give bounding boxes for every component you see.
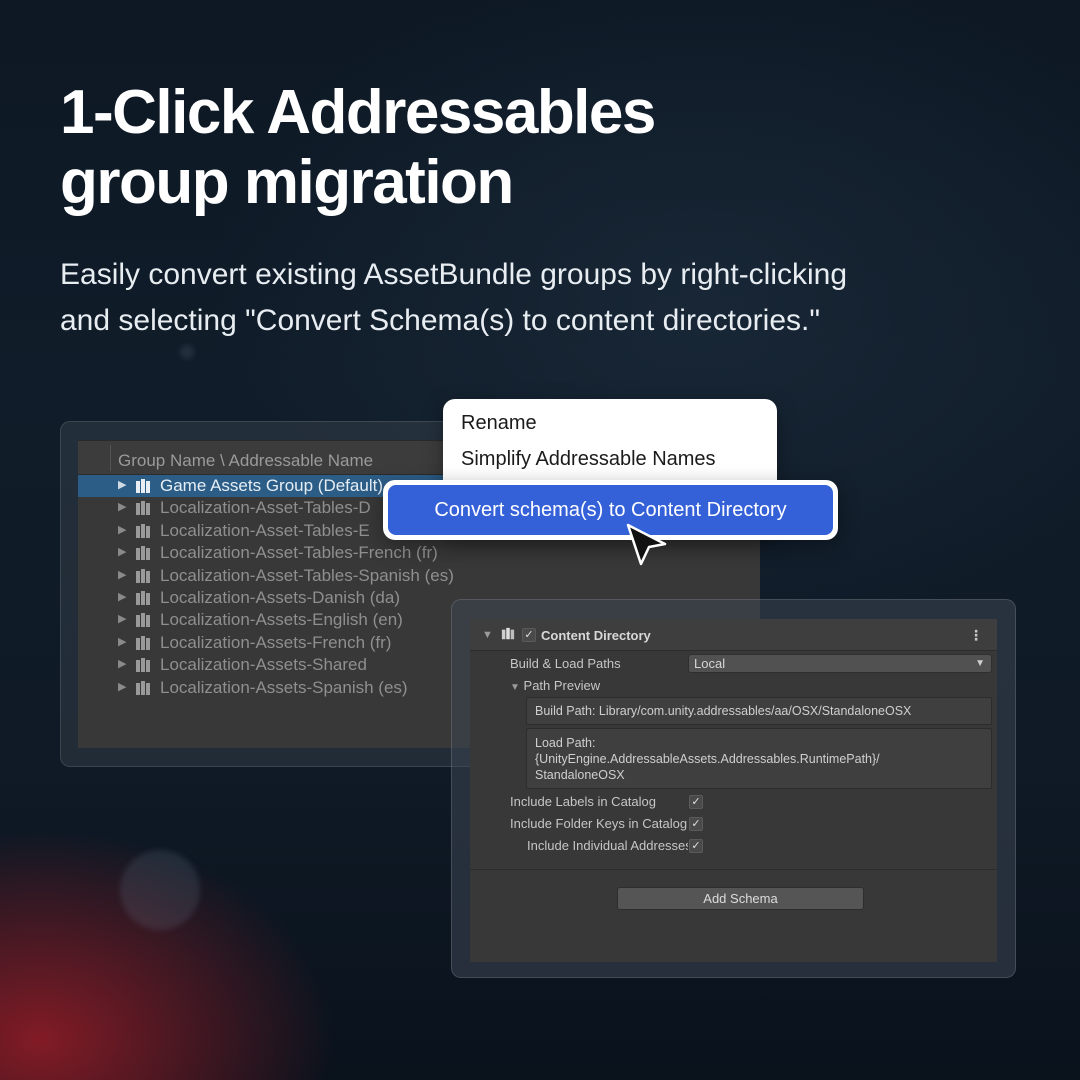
group-row-label: Localization-Assets-Danish (da)	[160, 588, 400, 607]
load-path-field: Load Path: {UnityEngine.AddressableAsset…	[526, 728, 992, 789]
build-load-paths-label: Build & Load Paths	[510, 656, 621, 671]
expand-arrow-icon[interactable]: ▶	[118, 545, 126, 558]
group-row-label: Localization-Asset-Tables-D	[160, 498, 371, 518]
group-icon	[136, 613, 150, 628]
include-labels-label: Include Labels in Catalog	[510, 794, 656, 809]
expand-arrow-icon[interactable]: ▶	[118, 478, 126, 491]
build-path-text: Build Path: Library/com.unity.addressabl…	[535, 704, 912, 718]
expand-arrow-icon[interactable]: ▶	[118, 680, 126, 693]
group-icon	[136, 523, 150, 538]
group-icon	[136, 658, 150, 673]
divider	[470, 869, 997, 870]
group-row-label: Localization-Asset-Tables-Spanish (es)	[160, 565, 454, 585]
menu-item-rename[interactable]: Rename	[461, 412, 537, 435]
group-icon	[501, 627, 515, 640]
add-schema-button[interactable]: Add Schema	[617, 887, 864, 910]
path-preview-toggle[interactable]: ▼ Path Preview	[510, 678, 600, 693]
group-row-label: Localization-Asset-Tables-French (fr)	[160, 543, 438, 563]
group-icon	[136, 680, 150, 695]
column-separator	[110, 445, 111, 471]
inspector-panel: ▼ ✓ Content Directory ⋮ Build & Load Pat…	[470, 619, 997, 962]
expand-arrow-icon[interactable]: ▶	[118, 500, 126, 513]
build-path-field: Build Path: Library/com.unity.addressabl…	[526, 697, 992, 725]
expand-arrow-icon[interactable]: ▶	[118, 612, 126, 625]
subheadline-line-2: and selecting "Convert Schema(s) to cont…	[60, 304, 820, 337]
schema-header[interactable]: ▼ ✓ Content Directory ⋮	[470, 619, 997, 651]
include-individual-checkbox[interactable]: ✓	[689, 839, 703, 853]
load-path-line-3: StandaloneOSX	[535, 768, 625, 782]
include-individual-label: Include Individual Addresses	[527, 838, 688, 853]
expand-arrow-icon[interactable]: ▶	[118, 590, 126, 603]
build-load-paths-dropdown[interactable]: Local ▼	[688, 654, 992, 673]
include-folder-keys-label: Include Folder Keys in Catalog	[510, 816, 688, 831]
menu-item-convert-schema[interactable]: Convert schema(s) to Content Directory	[383, 480, 838, 540]
load-path-line-1: Load Path:	[535, 736, 596, 750]
group-icon	[136, 479, 150, 493]
expand-arrow-icon[interactable]: ▶	[118, 635, 126, 648]
schema-enabled-checkbox[interactable]: ✓	[522, 628, 536, 642]
group-row-label: Localization-Assets-English (en)	[160, 610, 403, 630]
group-row-label: Localization-Asset-Tables-E	[160, 520, 370, 540]
expand-arrow-icon[interactable]: ▶	[118, 568, 126, 581]
path-preview-label: Path Preview	[523, 678, 601, 693]
include-labels-checkbox[interactable]: ✓	[689, 795, 703, 809]
convert-schema-label: Convert schema(s) to Content Directory	[388, 485, 833, 535]
dropdown-value: Local	[694, 656, 726, 671]
expand-arrow-icon[interactable]: ▶	[118, 523, 126, 536]
group-icon	[136, 591, 150, 605]
group-row-label: Game Assets Group (Default)	[160, 476, 383, 495]
collapse-triangle-icon[interactable]: ▼	[482, 629, 493, 641]
subheadline: Easily convert existing AssetBundle grou…	[60, 252, 1020, 344]
group-icon	[136, 568, 150, 583]
headline-line-2: group migration	[60, 148, 514, 217]
group-row-label: Localization-Assets-Spanish (es)	[160, 677, 408, 697]
background-bokeh	[120, 850, 200, 930]
load-path-line-2: {UnityEngine.AddressableAssets.Addressab…	[535, 752, 880, 766]
headline-line-1: 1-Click Addressables	[60, 78, 656, 147]
schema-title: Content Directory	[541, 628, 651, 643]
more-options-icon[interactable]: ⋮	[969, 627, 983, 644]
group-icon	[136, 501, 150, 516]
background-bokeh	[180, 345, 194, 359]
group-row-label: Localization-Assets-Shared	[160, 655, 367, 675]
group-row-label: Localization-Assets-French (fr)	[160, 632, 392, 652]
group-icon	[136, 635, 150, 650]
mouse-cursor-icon	[626, 523, 667, 566]
subheadline-line-1: Easily convert existing AssetBundle grou…	[60, 258, 848, 291]
expand-arrow-icon[interactable]: ▶	[118, 657, 126, 670]
column-header-label: Group Name \ Addressable Name	[118, 451, 374, 470]
menu-item-simplify-names[interactable]: Simplify Addressable Names	[461, 448, 716, 471]
group-icon	[136, 546, 150, 561]
foldout-triangle-icon: ▼	[510, 682, 520, 693]
dropdown-caret-icon: ▼	[975, 658, 985, 669]
include-folder-keys-checkbox[interactable]: ✓	[689, 817, 703, 831]
headline: 1-Click Addressables group migration	[60, 78, 960, 218]
